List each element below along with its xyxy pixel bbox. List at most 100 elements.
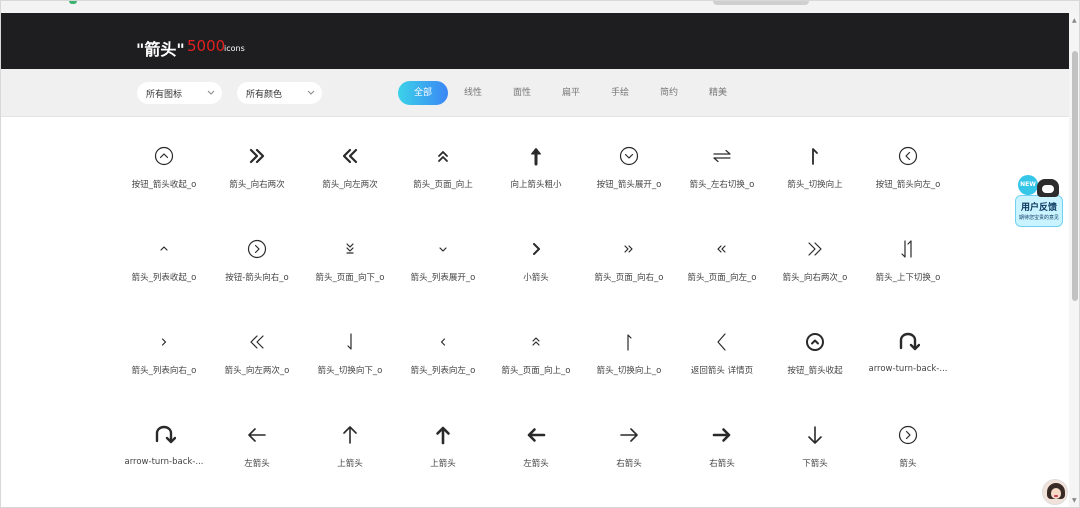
icon-card[interactable]: 箭头_列表向右_o: [119, 330, 209, 390]
arrow-turn-back-down-right-icon: [152, 423, 177, 447]
icon-label: 箭头_页面_向上_o: [501, 366, 571, 376]
icon-card[interactable]: 箭头_向右两次_o: [770, 237, 860, 297]
arrow-down-icon: [803, 423, 827, 447]
user-avatar[interactable]: [1042, 479, 1068, 505]
icon-label: 箭头_向左两次_o: [224, 366, 290, 376]
icon-label: 箭头_向右两次: [229, 180, 285, 190]
icon-card[interactable]: 箭头_向左两次: [305, 144, 395, 204]
bold-arrow-up-icon: [431, 423, 455, 447]
arrow-right-icon: [617, 423, 641, 447]
icon-label: arrow-turn-back-...: [868, 364, 948, 374]
icon-card[interactable]: 箭头_切换向下_o: [305, 330, 395, 390]
icon-label: 箭头_页面_向下_o: [315, 273, 385, 283]
small-chevron-right-icon: [152, 330, 176, 354]
thick-arrow-up-icon: [524, 144, 548, 168]
icon-card[interactable]: 左箭头: [491, 423, 581, 483]
icon-card[interactable]: 箭头_页面_向下_o: [305, 237, 395, 297]
scrollbar[interactable]: ▲ ▼: [1069, 13, 1079, 507]
icon-label: 箭头_页面_向左_o: [687, 273, 757, 283]
icon-label: 按钮_箭头收起_o: [131, 180, 197, 190]
icon-card[interactable]: 按钮-箭头向右_o: [212, 237, 302, 297]
filled-circle-chevron-up-icon: [803, 330, 827, 354]
icon-card[interactable]: 下箭头: [770, 423, 860, 483]
icon-card[interactable]: 右箭头: [677, 423, 767, 483]
icon-card[interactable]: 箭头_页面_向右_o: [584, 237, 674, 297]
page: "箭头" 5000 icons 所有图标 所有颜色 全部 线性 面性 扁平 手绘…: [0, 0, 1080, 508]
chevron-down-icon: [431, 237, 455, 261]
large-chevron-left-icon: [710, 330, 734, 354]
icon-card[interactable]: 箭头_上下切换_o: [863, 237, 953, 297]
bold-chevron-right-icon: [524, 237, 548, 261]
feedback-title: 用户反馈: [1020, 203, 1057, 213]
double-chevron-right-icon: [245, 144, 269, 168]
icon-label: 箭头: [899, 459, 917, 469]
swap-left-right-icon: [710, 144, 734, 168]
icon-label: 箭头_上下切换_o: [875, 273, 941, 283]
icon-card[interactable]: 箭头_左右切换_o: [677, 144, 767, 204]
icon-label: 向上箭头粗小: [510, 180, 562, 190]
icon-card[interactable]: 上箭头: [305, 423, 395, 483]
icon-card[interactable]: 按钮_箭头收起: [770, 330, 860, 390]
arrow-left-icon: [245, 423, 269, 447]
thin-hook-arrow-up-icon: [617, 330, 641, 354]
small-chevron-left-icon: [431, 330, 455, 354]
icon-card[interactable]: 箭头_向右两次: [212, 144, 302, 204]
icon-card[interactable]: arrow-turn-back-...: [119, 423, 209, 483]
icon-card[interactable]: 箭头_列表向左_o: [398, 330, 488, 390]
bold-arrow-left-icon: [524, 423, 548, 447]
icon-card[interactable]: 按钮_箭头展开_o: [584, 144, 674, 204]
icon-card[interactable]: 箭头_页面_向上: [398, 144, 488, 204]
icon-label: 箭头_切换向下_o: [317, 366, 383, 376]
icon-label: 箭头_切换向上: [787, 180, 843, 190]
arrow-up-icon: [338, 423, 362, 447]
scroll-up-icon[interactable]: ▲: [1072, 17, 1077, 24]
icon-label: 箭头_列表收起_o: [131, 273, 197, 283]
circle-chevron-left-icon: [896, 144, 920, 168]
icon-card[interactable]: 箭头_切换向上_o: [584, 330, 674, 390]
arrow-turn-back-down-right-icon: [896, 330, 921, 354]
icon-label: 左箭头: [523, 459, 549, 469]
icon-label: 按钮-箭头向右_o: [225, 273, 289, 283]
feedback-widget[interactable]: NEW 用户反馈 期待您宝贵的意见: [1015, 173, 1063, 227]
icon-label: 箭头_左右切换_o: [689, 180, 755, 190]
icon-label: 箭头_页面_向上: [413, 180, 473, 190]
icon-label: 上箭头: [430, 459, 456, 469]
icon-card[interactable]: 按钮_箭头向左_o: [863, 144, 953, 204]
icon-card[interactable]: 左箭头: [212, 423, 302, 483]
scrollbar-thumb[interactable]: [1072, 51, 1078, 301]
icon-label: 箭头_页面_向右_o: [594, 273, 664, 283]
icon-card[interactable]: 箭头: [863, 423, 953, 483]
icon-label: 箭头_切换向上_o: [596, 366, 662, 376]
icon-label: 按钮_箭头向左_o: [875, 180, 941, 190]
bold-arrow-right-icon: [710, 423, 734, 447]
thin-double-chevron-left-icon: [245, 330, 269, 354]
icon-card[interactable]: 小箭头: [491, 237, 581, 297]
hook-arrow-up-icon: [803, 144, 827, 168]
icon-card[interactable]: 上箭头: [398, 423, 488, 483]
icon-card[interactable]: 箭头_列表收起_o: [119, 237, 209, 297]
icon-label: 箭头_向右两次_o: [782, 273, 848, 283]
double-chevron-left-icon: [338, 144, 362, 168]
feedback-subtitle: 期待您宝贵的意见: [1018, 215, 1059, 221]
icon-card[interactable]: 箭头_向左两次_o: [212, 330, 302, 390]
icon-label: 左箭头: [244, 459, 270, 469]
small-double-chevron-right-icon: [617, 237, 641, 261]
icon-label: 右箭头: [616, 459, 642, 469]
icon-card[interactable]: 按钮_箭头收起_o: [119, 144, 209, 204]
icon-card[interactable]: 返回箭头 详情页: [677, 330, 767, 390]
scroll-down-icon[interactable]: ▼: [1072, 497, 1077, 504]
icon-label: 箭头_列表展开_o: [410, 273, 476, 283]
icon-label: 小箭头: [523, 273, 549, 283]
icon-label: 按钮_箭头收起: [787, 366, 843, 376]
icon-label: 箭头_向左两次: [322, 180, 378, 190]
icon-card[interactable]: arrow-turn-back-...: [863, 330, 953, 390]
icon-card[interactable]: 箭头_页面_向左_o: [677, 237, 767, 297]
icon-card[interactable]: 箭头_页面_向上_o: [491, 330, 581, 390]
icon-label: 下箭头: [802, 459, 828, 469]
icon-card[interactable]: 向上箭头粗小: [491, 144, 581, 204]
icon-card[interactable]: 右箭头: [584, 423, 674, 483]
icon-card[interactable]: 箭头_列表展开_o: [398, 237, 488, 297]
swap-up-down-icon: [896, 237, 920, 261]
mascot-icon: [1037, 179, 1059, 197]
icon-card[interactable]: 箭头_切换向上: [770, 144, 860, 204]
